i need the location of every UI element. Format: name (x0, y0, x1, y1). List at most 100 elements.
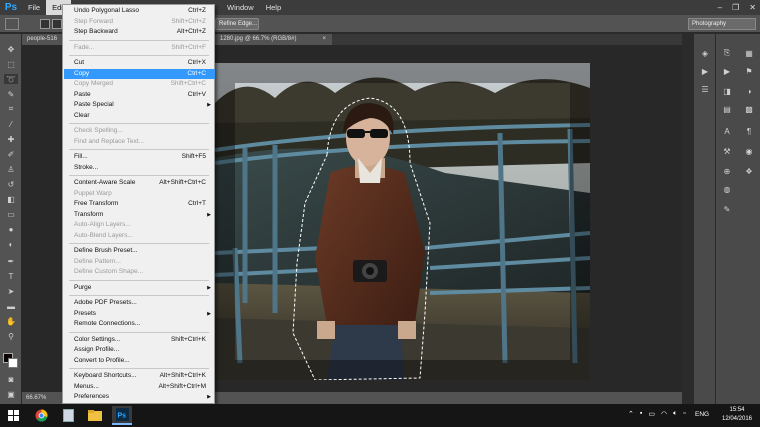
info-icon[interactable]: ☰ (699, 84, 711, 94)
restore-icon[interactable]: ❐ (732, 3, 739, 12)
language-indicator[interactable]: ENG (695, 411, 709, 418)
menu-item-define-brush-preset[interactable]: Define Brush Preset... (64, 246, 215, 257)
styles-icon[interactable]: ▩ (743, 104, 755, 114)
menu-item-step-backward[interactable]: Step Backward Alt+Ctrl+Z (64, 27, 215, 38)
play-icon[interactable]: ▶ (699, 66, 711, 76)
chrome-taskbar-icon[interactable] (31, 406, 51, 425)
menu-item-preferences[interactable]: Preferences ▶ (64, 392, 215, 403)
blur-tool-icon[interactable]: ● (4, 224, 18, 234)
healing-brush-tool-icon[interactable]: ✚ (4, 134, 18, 144)
channels-icon[interactable]: ◍ (721, 184, 733, 194)
clone-source-icon[interactable]: ⊕ (721, 166, 733, 176)
minimize-icon[interactable]: – (718, 3, 722, 12)
crop-tool-icon[interactable]: ⌗ (4, 104, 18, 114)
move-tool-icon[interactable]: ✥ (4, 44, 18, 54)
menu-item-shortcut: Ctrl+Z (188, 7, 206, 14)
tray-app-icon[interactable]: ▪ (640, 410, 642, 418)
add-selection-icon[interactable] (52, 19, 62, 29)
menu-item-menus[interactable]: Menus... Alt+Shift+Ctrl+M (64, 382, 215, 393)
shape-tool-icon[interactable]: ▬ (4, 301, 18, 311)
file-taskbar-icon[interactable] (58, 406, 78, 425)
lasso-tool-icon[interactable]: ➰ (4, 74, 18, 84)
taskbar-clock[interactable]: 15:54 12/04/2016 (720, 406, 754, 424)
start-button[interactable] (8, 410, 19, 421)
menu-item-label: Preferences (74, 393, 110, 400)
layers-icon[interactable]: ◈ (699, 48, 711, 58)
screen-mode-icon[interactable]: ▣ (4, 389, 18, 399)
actions-icon[interactable]: ▶ (721, 66, 733, 76)
menu-item-convert-to-profile[interactable]: Convert to Profile... (64, 356, 215, 367)
menu-item-adobe-pdf-presets[interactable]: Adobe PDF Presets... (64, 298, 215, 309)
paragraph-icon[interactable]: ¶ (743, 126, 755, 136)
paths-icon[interactable]: ❖ (743, 166, 755, 176)
menu-item-clear[interactable]: Clear (64, 111, 215, 122)
battery-icon[interactable]: ▭ (648, 410, 655, 418)
menu-help[interactable]: Help (260, 0, 287, 15)
message-icon[interactable]: ▫ (683, 410, 685, 418)
adjustments-icon[interactable]: ◨ (721, 86, 733, 96)
background-color-swatch[interactable] (8, 358, 18, 368)
notes-icon[interactable]: ✎ (721, 204, 733, 214)
navigator-icon[interactable]: ⚑ (743, 66, 755, 76)
menu-item-transform[interactable]: Transform ▶ (64, 210, 215, 221)
hand-tool-icon[interactable]: ✋ (4, 316, 18, 326)
tools-panel: ✥ ⬚ ➰ ✎ ⌗ ⁄ ✚ ✐ ♙ ↺ ◧ ▭ ● ◐ ✒ T ➤ ▬ ✋ ⚲ … (0, 34, 22, 404)
swatches-icon[interactable]: ▦ (743, 48, 755, 58)
menu-item-keyboard-shortcuts[interactable]: Keyboard Shortcuts... Alt+Shift+Ctrl+K (64, 371, 215, 382)
pen-tool-icon[interactable]: ✒ (4, 256, 18, 266)
eraser-tool-icon[interactable]: ◧ (4, 194, 18, 204)
menu-item-free-transform[interactable]: Free Transform Ctrl+T (64, 199, 215, 210)
type-tool-icon[interactable]: T (4, 271, 18, 281)
path-select-tool-icon[interactable]: ➤ (4, 286, 18, 296)
menu-item-presets[interactable]: Presets ▶ (64, 309, 215, 320)
tray-chevron-icon[interactable]: ⌃ (628, 410, 634, 418)
menu-item-cut[interactable]: Cut Ctrl+X (64, 58, 215, 69)
eyedropper-tool-icon[interactable]: ⁄ (4, 119, 18, 129)
color-icon[interactable]: ◑ (743, 86, 755, 96)
tool-presets-icon[interactable]: ⚒ (721, 146, 733, 156)
menu-item-copy[interactable]: Copy Ctrl+C (64, 68, 215, 79)
menu-item-stroke[interactable]: Stroke... (64, 163, 215, 174)
menu-item-label: Purge (74, 283, 92, 291)
menu-item-undo-polygonal-lasso[interactable]: Undo Polygonal Lasso Ctrl+Z (64, 6, 215, 17)
zoom-level[interactable]: 66.67% (26, 395, 46, 401)
menu-separator (69, 279, 209, 281)
brush-panel-icon[interactable]: ▤ (721, 104, 733, 114)
marquee-tool-icon[interactable]: ⬚ (4, 59, 18, 69)
zoom-tool-icon[interactable]: ⚲ (4, 331, 18, 341)
menu-item-paste-special[interactable]: Paste Special ▶ (64, 100, 215, 111)
menu-file[interactable]: File (22, 0, 46, 15)
document-image[interactable] (215, 63, 590, 380)
menu-item-fill[interactable]: Fill... Shift+F5 (64, 152, 215, 163)
menu-item-purge[interactable]: Purge ▶ (64, 283, 215, 294)
volume-icon[interactable]: 🔈︎ (673, 410, 677, 418)
menu-item-assign-profile[interactable]: Assign Profile... (64, 345, 215, 356)
dodge-tool-icon[interactable]: ◐ (4, 239, 18, 249)
workspace-select[interactable]: Photography (688, 18, 756, 30)
panel-dock: ⎘ ▶ ◨ ▤ A ⚒ ⊕ ◍ ✎ ▦ ⚑ ◑ ▩ ¶ ◉ ❖ (715, 34, 760, 404)
masks-icon[interactable]: ◉ (743, 146, 755, 156)
wifi-icon[interactable]: ◠ (661, 410, 667, 418)
character-icon[interactable]: A (721, 126, 733, 136)
close-icon[interactable]: ✕ (749, 3, 756, 12)
close-tab-icon[interactable]: × (322, 34, 326, 45)
photoshop-taskbar-icon[interactable]: Ps (112, 406, 132, 425)
lasso-tool-preset-icon[interactable] (5, 18, 19, 30)
menu-separator (69, 331, 209, 333)
menu-window[interactable]: Window (221, 0, 260, 15)
new-selection-icon[interactable] (40, 19, 50, 29)
menu-item-paste[interactable]: Paste Ctrl+V (64, 90, 215, 101)
file-explorer-taskbar-icon[interactable] (85, 406, 105, 425)
menu-item-remote-connections[interactable]: Remote Connections... (64, 319, 215, 330)
brush-tool-icon[interactable]: ✐ (4, 149, 18, 159)
history-icon[interactable]: ⎘ (721, 48, 733, 58)
refine-edge-button[interactable]: Refine Edge... (215, 18, 259, 30)
history-brush-tool-icon[interactable]: ↺ (4, 179, 18, 189)
clone-stamp-tool-icon[interactable]: ♙ (4, 164, 18, 174)
quick-mask-icon[interactable]: ◙ (4, 374, 18, 384)
menu-item-content-aware-scale[interactable]: Content-Aware Scale Alt+Shift+Ctrl+C (64, 178, 215, 189)
menu-item-label: Color Settings... (74, 335, 121, 343)
quick-select-tool-icon[interactable]: ✎ (4, 89, 18, 99)
menu-item-color-settings[interactable]: Color Settings... Shift+Ctrl+K (64, 335, 215, 346)
gradient-tool-icon[interactable]: ▭ (4, 209, 18, 219)
